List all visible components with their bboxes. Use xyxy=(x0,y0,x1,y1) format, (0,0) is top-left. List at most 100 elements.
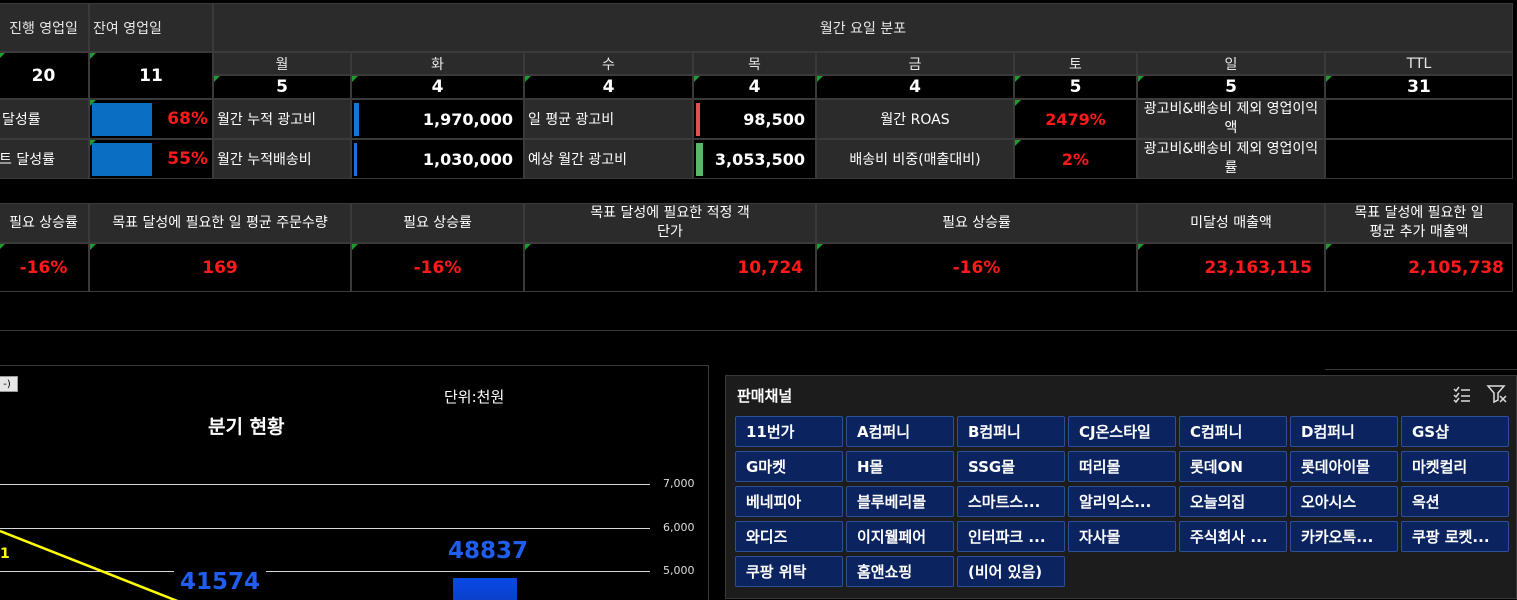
channel-item[interactable]: 인터파크 ... xyxy=(957,521,1065,552)
weekday-fri: 금 xyxy=(816,52,1014,75)
achievement-rate-value: 68% xyxy=(167,109,208,129)
channel-item[interactable]: 스마트스... xyxy=(957,486,1065,517)
bar-label-2: 48837 xyxy=(443,538,534,564)
bar-label-1: 41574 xyxy=(174,569,267,595)
cum-shipping-label: 월간 누적배송비 xyxy=(213,139,351,179)
target-header-4: 목표 달성에 필요한 적정 객단가 xyxy=(524,203,816,243)
avg-ad-cost-value: 98,500 xyxy=(693,99,816,139)
target-value-5: -16% xyxy=(816,243,1137,292)
channel-item[interactable]: 블루베리몰 xyxy=(846,486,954,517)
target-value-4: 10,724 xyxy=(524,243,816,292)
target-header-2: 목표 달성에 필요한 일 평균 주문수량 xyxy=(89,203,351,243)
profit-rate-label: 광고비&배송비 제외 영업이익률 xyxy=(1137,139,1325,179)
channel-item[interactable]: 알리익스... xyxy=(1068,486,1176,517)
avg-ad-cost-databar xyxy=(696,103,700,136)
target-header-3: 필요 상승률 xyxy=(351,203,524,243)
channel-item[interactable]: GS샵 xyxy=(1401,416,1509,447)
channel-item[interactable]: 자사몰 xyxy=(1068,521,1176,552)
weekday-wed: 수 xyxy=(524,52,693,75)
cum-ad-cost-value: 1,970,000 xyxy=(351,99,524,139)
progress-days-header: 진행 영업일 xyxy=(0,3,89,52)
channel-button-grid: 11번가 A컴퍼니 B컴퍼니 CJ온스타일 C컴퍼니 D컴퍼니 GS샵 G마켓 H몰 SSG몰 떠리… xyxy=(726,376,1517,600)
count-fri: 4 xyxy=(816,75,1014,99)
roas-label: 월간 ROAS xyxy=(816,99,1014,139)
weekday-sat: 토 xyxy=(1014,52,1137,75)
target-header-7: 목표 달성에 필요한 일 평균 추가 매출액 xyxy=(1325,203,1513,243)
channel-item[interactable]: 오늘의집 xyxy=(1179,486,1287,517)
target-value-7: 2,105,738 xyxy=(1325,243,1513,292)
channel-item[interactable]: C컴퍼니 xyxy=(1179,416,1287,447)
target-header-5: 필요 상승률 xyxy=(816,203,1137,243)
channel-item[interactable]: 베네피아 xyxy=(735,486,843,517)
roas-value: 2479% xyxy=(1014,99,1137,139)
channel-item[interactable]: 떠리몰 xyxy=(1068,451,1176,482)
channel-item[interactable]: SSG몰 xyxy=(957,451,1065,482)
target-header-1: 필요 상승률 xyxy=(0,203,89,243)
channel-item[interactable]: CJ온스타일 xyxy=(1068,416,1176,447)
channel-item[interactable]: G마켓 xyxy=(735,451,843,482)
target-value-6: 23,163,115 xyxy=(1137,243,1325,292)
section-divider xyxy=(0,330,1517,331)
channel-item[interactable]: B컴퍼니 xyxy=(957,416,1065,447)
shipping-ratio-label: 배송비 비중(매출대비) xyxy=(816,139,1014,179)
target-header-6: 미달성 매출액 xyxy=(1137,203,1325,243)
achievement-rate-cell: 68% xyxy=(89,99,213,139)
achievement-rate-2-value: 55% xyxy=(167,149,208,169)
est-ad-cost-label: 예상 월간 광고비 xyxy=(524,139,693,179)
achievement-rate-2-bar xyxy=(92,143,152,176)
channel-item[interactable]: 홈앤쇼핑 xyxy=(846,556,954,587)
channel-item[interactable]: 11번가 xyxy=(735,416,843,447)
profit-rate-value xyxy=(1325,139,1513,179)
channel-item[interactable]: 주식회사 ... xyxy=(1179,521,1287,552)
weekday-total: TTL xyxy=(1325,52,1513,75)
count-tue: 4 xyxy=(351,75,524,99)
achievement-rate-bar xyxy=(92,103,152,136)
target-value-3: -16% xyxy=(351,243,524,292)
achievement-rate-2-label: 트 달성률 xyxy=(0,139,89,179)
channel-item[interactable]: 마켓컬리 xyxy=(1401,451,1509,482)
progress-days-value: 20 xyxy=(0,52,89,99)
achievement-rate-2-cell: 55% xyxy=(89,139,213,179)
trend-line xyxy=(0,529,179,600)
channel-slicer: 판매채널 11번가 A컴퍼니 B컴퍼니 CJ온스타일 C컴퍼니 D컴퍼니 GS샵 G마켓 H몰 S… xyxy=(725,375,1517,599)
est-ad-cost-databar xyxy=(696,143,703,176)
channel-item[interactable]: (비어 있음) xyxy=(957,556,1065,587)
channel-item[interactable]: H몰 xyxy=(846,451,954,482)
count-wed: 4 xyxy=(524,75,693,99)
channel-item[interactable]: 이지웰페어 xyxy=(846,521,954,552)
achievement-rate-label: 달성률 xyxy=(0,99,89,139)
remaining-days-value: 11 xyxy=(89,52,213,99)
channel-item[interactable]: D컴퍼니 xyxy=(1290,416,1398,447)
channel-item[interactable]: 롯데아이몰 xyxy=(1290,451,1398,482)
cum-shipping-databar xyxy=(354,143,357,176)
weekday-sun: 일 xyxy=(1137,52,1325,75)
weekday-tue: 화 xyxy=(351,52,524,75)
est-ad-cost-value: 3,053,500 xyxy=(693,139,816,179)
channel-item[interactable]: 카카오톡... xyxy=(1290,521,1398,552)
count-total: 31 xyxy=(1325,75,1513,99)
shipping-ratio-value: 2% xyxy=(1014,139,1137,179)
channel-item[interactable]: 와디즈 xyxy=(735,521,843,552)
quarter-chart: -) 단위:천원 분기 현황 7,000 6,000 5,000 1 41574… xyxy=(0,365,709,600)
monthly-weekday-distribution-header: 월간 요일 분포 xyxy=(213,3,1513,52)
count-mon: 5 xyxy=(213,75,351,99)
bar-2 xyxy=(453,578,517,600)
weekday-mon: 월 xyxy=(213,52,351,75)
profit-amount-label: 광고비&배송비 제외 영업이익액 xyxy=(1137,99,1325,139)
avg-ad-cost-label: 일 평균 광고비 xyxy=(524,99,693,139)
trend-line-label: 1 xyxy=(0,546,10,562)
profit-amount-value xyxy=(1325,99,1513,139)
channel-item[interactable]: 쿠팡 로켓... xyxy=(1401,521,1509,552)
channel-item[interactable]: A컴퍼니 xyxy=(846,416,954,447)
remaining-days-header: 잔여 영업일 xyxy=(89,3,213,52)
count-thu: 4 xyxy=(693,75,816,99)
count-sat: 5 xyxy=(1014,75,1137,99)
section-divider-right xyxy=(1325,369,1517,370)
channel-item[interactable]: 오아시스 xyxy=(1290,486,1398,517)
channel-item[interactable]: 옥션 xyxy=(1401,486,1509,517)
cum-ad-cost-label: 월간 누적 광고비 xyxy=(213,99,351,139)
weekday-thu: 목 xyxy=(693,52,816,75)
channel-item[interactable]: 쿠팡 위탁 xyxy=(735,556,843,587)
cum-shipping-value: 1,030,000 xyxy=(351,139,524,179)
channel-item[interactable]: 롯데ON xyxy=(1179,451,1287,482)
